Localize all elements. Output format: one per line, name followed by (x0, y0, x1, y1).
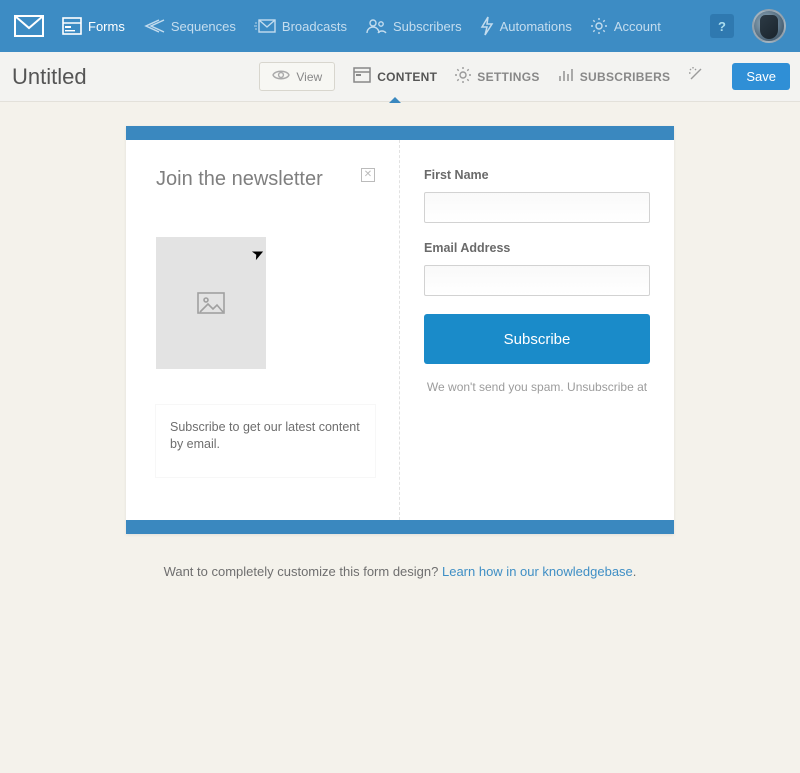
nav-label: Broadcasts (282, 19, 347, 34)
canvas-area: Join the newsletter ✕ ➤ Subscribe to get… (0, 102, 800, 579)
first-name-label: First Name (424, 168, 650, 182)
nav-sequences[interactable]: Sequences (143, 18, 236, 34)
help-button[interactable]: ? (710, 14, 734, 38)
footer-link[interactable]: Learn how in our knowledgebase (442, 564, 633, 579)
nav-label: Account (614, 19, 661, 34)
nav-forms[interactable]: Forms (62, 17, 125, 35)
nav-broadcasts[interactable]: Broadcasts (254, 18, 347, 34)
email-input[interactable] (424, 265, 650, 296)
tab-label: CONTENT (377, 70, 437, 84)
form-headline[interactable]: Join the newsletter (156, 168, 323, 191)
sequences-icon (143, 18, 165, 34)
subheader: Untitled View CONTENT SETTINGS SUBSCR (0, 52, 800, 102)
tab-label: SUBSCRIBERS (580, 70, 671, 84)
footer-note: Want to completely customize this form d… (164, 564, 637, 579)
footer-text: Want to completely customize this form d… (164, 564, 442, 579)
image-placeholder[interactable] (156, 237, 266, 369)
forms-icon (62, 17, 82, 35)
tab-settings[interactable]: SETTINGS (455, 52, 539, 102)
editor-tabs: CONTENT SETTINGS SUBSCRIBERS (353, 52, 716, 102)
first-name-input[interactable] (424, 192, 650, 223)
close-icon[interactable]: ✕ (361, 168, 375, 182)
footer-dot: . (633, 564, 637, 579)
bolt-icon (480, 16, 494, 36)
page-title[interactable]: Untitled (12, 64, 87, 90)
form-description[interactable]: Subscribe to get our latest content by e… (156, 405, 375, 477)
nav-subscribers[interactable]: Subscribers (365, 18, 462, 34)
content-icon (353, 67, 371, 86)
spam-note: We won't send you spam. Unsubscribe at (424, 380, 650, 394)
nav-label: Sequences (171, 19, 236, 34)
settings-icon (455, 67, 471, 86)
people-icon (365, 18, 387, 34)
top-nav: Forms Sequences Broadcasts Subscribers (0, 0, 800, 52)
tab-subscribers[interactable]: SUBSCRIBERS (558, 52, 671, 102)
form-right-pane: First Name Email Address Subscribe We wo… (400, 140, 674, 520)
eye-icon (272, 69, 290, 84)
tab-label: SETTINGS (477, 70, 539, 84)
nav-automations[interactable]: Automations (480, 16, 572, 36)
mail-logo-icon[interactable] (14, 15, 44, 37)
bars-icon (558, 68, 574, 85)
save-button[interactable]: Save (732, 63, 790, 90)
nav-account[interactable]: Account (590, 17, 661, 35)
nav-label: Forms (88, 19, 125, 34)
email-label: Email Address (424, 241, 650, 255)
wand-icon[interactable] (688, 66, 704, 87)
subscribe-button[interactable]: Subscribe (424, 314, 650, 364)
nav-label: Automations (500, 19, 572, 34)
broadcasts-icon (254, 18, 276, 34)
nav-label: Subscribers (393, 19, 462, 34)
avatar[interactable] (752, 9, 786, 43)
gear-icon (590, 17, 608, 35)
form-left-pane: Join the newsletter ✕ ➤ Subscribe to get… (126, 140, 400, 520)
view-label: View (296, 70, 322, 84)
view-button[interactable]: View (259, 62, 335, 91)
tab-content[interactable]: CONTENT (353, 52, 437, 102)
form-canvas: Join the newsletter ✕ ➤ Subscribe to get… (126, 126, 674, 534)
